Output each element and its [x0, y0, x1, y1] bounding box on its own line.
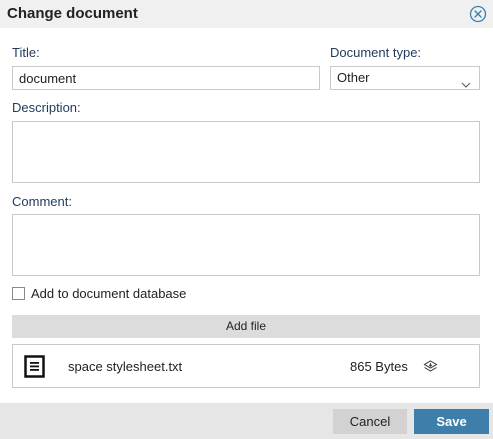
add-to-database-label: Add to document database: [31, 286, 187, 301]
file-name[interactable]: space stylesheet.txt: [68, 359, 182, 374]
dialog-title: Change document: [7, 5, 138, 22]
change-document-dialog: Change document Title: Document type: Ot…: [0, 0, 493, 439]
comment-field[interactable]: [12, 214, 480, 276]
dialog-footer: Cancel Save: [0, 403, 493, 439]
document-type-select[interactable]: Other: [330, 66, 480, 90]
add-file-button[interactable]: Add file: [12, 315, 480, 338]
description-label: Description:: [12, 100, 81, 115]
file-list-item: space stylesheet.txt 865 Bytes: [12, 344, 480, 388]
close-icon[interactable]: [469, 5, 487, 23]
document-icon: [24, 355, 45, 378]
title-input[interactable]: [12, 66, 320, 90]
comment-label: Comment:: [12, 194, 72, 209]
document-type-label: Document type:: [330, 45, 422, 60]
add-to-database-checkbox[interactable]: [12, 287, 25, 300]
file-size: 865 Bytes: [350, 359, 408, 374]
save-button[interactable]: Save: [414, 409, 489, 434]
chevron-down-icon: [461, 74, 471, 88]
dialog-title-bar: Change document: [0, 0, 493, 28]
cancel-button[interactable]: Cancel: [333, 409, 407, 434]
document-type-value: Other: [337, 70, 370, 85]
title-label: Title:: [12, 45, 40, 60]
description-field[interactable]: [12, 121, 480, 183]
download-icon[interactable]: [423, 360, 438, 373]
